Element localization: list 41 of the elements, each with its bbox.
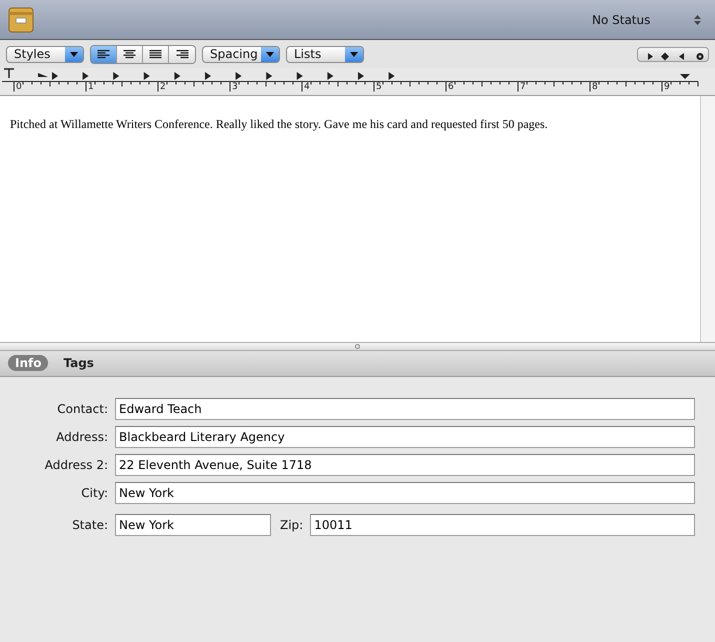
field-label: City: [80, 486, 108, 500]
ruler-number: 4 [304, 82, 310, 92]
spacing-dropdown[interactable]: Spacing [202, 46, 280, 62]
align-center-icon [123, 50, 136, 58]
ruler-number: 3 [232, 82, 238, 92]
field-label: State: [71, 518, 108, 532]
status-label[interactable]: No Status [592, 12, 690, 26]
text-field[interactable]: Edward Teach [115, 398, 695, 420]
ruler-number: 9 [664, 82, 670, 92]
field-label: Address: [55, 430, 108, 444]
tab[interactable]: Tags [56, 355, 101, 371]
ruler-number: 1 [88, 82, 94, 92]
text-field[interactable]: 22 Eleventh Avenue, Suite 1718 [115, 454, 695, 476]
lists-dropdown[interactable]: Lists [286, 46, 364, 62]
align-left-icon [97, 50, 110, 58]
state-field[interactable]: New York [115, 514, 271, 536]
align-center-button[interactable] [117, 46, 143, 62]
styles-dropdown[interactable]: Styles [6, 46, 84, 62]
field-label: Contact: [56, 402, 108, 416]
alignment-control[interactable] [90, 44, 196, 64]
field-label: Zip: [280, 518, 304, 532]
navigation-control[interactable] [637, 46, 709, 62]
field-label: Address 2: [44, 458, 108, 472]
tab[interactable]: Info [8, 355, 48, 371]
ruler-number: 7 [520, 82, 526, 92]
text-field[interactable]: New York [115, 482, 695, 504]
grip-icon [355, 344, 360, 348]
text-field[interactable]: Blackbeard Literary Agency [115, 426, 695, 448]
stepper-icon[interactable] [694, 14, 701, 26]
align-left-button[interactable] [91, 46, 117, 62]
ruler-number: 8 [592, 82, 598, 92]
ruler-number: 2 [160, 82, 166, 92]
ruler-number: 5 [376, 82, 382, 92]
align-right-button[interactable] [169, 46, 195, 62]
ruler-number: 0 [16, 82, 22, 92]
align-justify-button[interactable] [143, 46, 169, 62]
align-justify-icon [149, 50, 162, 58]
align-right-icon [176, 50, 188, 58]
zip-field[interactable]: 10011 [310, 514, 695, 536]
scrollbar[interactable] [700, 96, 715, 342]
ruler-number: 6 [448, 82, 454, 92]
